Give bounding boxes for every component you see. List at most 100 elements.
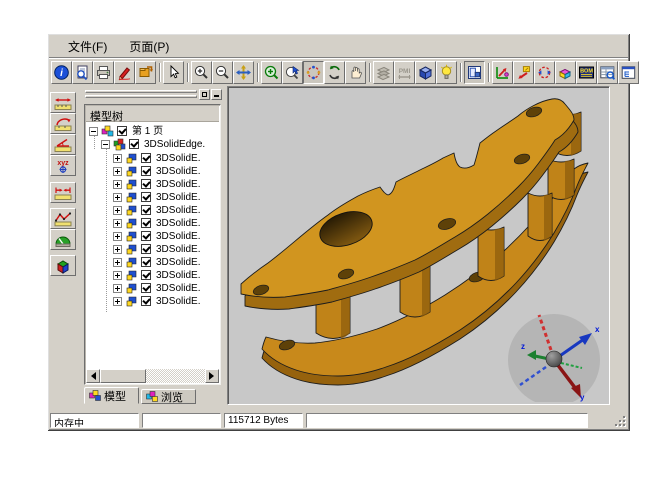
assembly-axes-button[interactable] [492, 61, 513, 84]
3d-model-view[interactable]: x y z [228, 87, 607, 402]
tree-horizontal-scrollbar[interactable] [86, 369, 219, 383]
structure-tree-button[interactable] [618, 61, 639, 84]
print-preview-button[interactable] [72, 61, 93, 84]
bom-table-button[interactable] [597, 61, 618, 84]
markup-pen-button[interactable] [114, 61, 135, 84]
measure-length-button[interactable] [50, 92, 76, 113]
visibility-checkbox[interactable] [141, 283, 151, 293]
pan-button[interactable] [345, 61, 366, 84]
tree-row-part[interactable]: 3DSolidE. [86, 230, 219, 243]
expand-toggle[interactable] [113, 297, 122, 306]
measure-polyline-button[interactable] [50, 208, 76, 229]
gauge-button[interactable] [50, 229, 76, 250]
layers-button[interactable] [373, 61, 394, 84]
visibility-checkbox[interactable] [141, 231, 151, 241]
visibility-checkbox[interactable] [129, 139, 139, 149]
panel-restore-button[interactable] [199, 89, 210, 100]
lighting-button[interactable] [436, 61, 457, 84]
tree-label[interactable]: 3DSolidE. [156, 230, 200, 243]
visibility-checkbox[interactable] [141, 205, 151, 215]
scroll-left-button[interactable] [86, 369, 100, 383]
tree-label[interactable]: 3DSolidEdge. [144, 138, 205, 151]
print-button[interactable] [93, 61, 114, 84]
visibility-checkbox[interactable] [141, 192, 151, 202]
menu-page[interactable]: 页面(P) [120, 36, 178, 57]
visibility-checkbox[interactable] [141, 179, 151, 189]
refresh-button[interactable] [324, 61, 345, 84]
tree-label[interactable]: 3DSolidE. [156, 282, 200, 295]
expand-toggle[interactable] [113, 232, 122, 241]
tree-row-part[interactable]: 3DSolidE. [86, 191, 219, 204]
measure-radius-button[interactable] [50, 113, 76, 134]
panel-gripper[interactable] [85, 90, 197, 101]
collapse-toggle[interactable] [101, 140, 110, 149]
model-tree[interactable]: 第 1 页 3DSolidEdge. 3DSolidE. 3DSolidE. 3… [86, 123, 219, 368]
bom-button[interactable]: BOM [576, 61, 597, 84]
expand-toggle[interactable] [113, 245, 122, 254]
tab-browse[interactable]: 浏览 [141, 389, 196, 404]
scroll-right-button[interactable] [205, 369, 219, 383]
tree-row-part[interactable]: 3DSolidE. [86, 204, 219, 217]
tree-row-part[interactable]: 3DSolidE. [86, 217, 219, 230]
view-cube-button[interactable] [415, 61, 436, 84]
tab-model[interactable]: 模型 [84, 387, 139, 404]
tree-label[interactable]: 3DSolidE. [156, 152, 200, 165]
tree-row-part[interactable]: 3DSolidE. [86, 165, 219, 178]
measure-distance-button[interactable] [50, 182, 76, 203]
expand-toggle[interactable] [113, 284, 122, 293]
tree-label[interactable]: 3DSolidE. [156, 269, 200, 282]
visibility-checkbox[interactable] [141, 257, 151, 267]
expand-toggle[interactable] [113, 271, 122, 280]
tree-label[interactable]: 3DSolidE. [156, 191, 200, 204]
visibility-checkbox[interactable] [141, 166, 151, 176]
collapse-toggle[interactable] [89, 127, 98, 136]
visibility-checkbox[interactable] [117, 126, 127, 136]
load-pages-button[interactable] [464, 61, 485, 84]
material-cube-button[interactable] [50, 255, 76, 276]
expand-toggle[interactable] [113, 206, 122, 215]
tree-row-part[interactable]: 3DSolidE. [86, 178, 219, 191]
zoom-in-button[interactable] [191, 61, 212, 84]
expand-toggle[interactable] [113, 193, 122, 202]
explode-part-button[interactable] [555, 61, 576, 84]
tree-label[interactable]: 3DSolidE. [156, 178, 200, 191]
tree-row-assembly[interactable]: 3DSolidEdge. [86, 138, 219, 151]
zoom-dynamic-button[interactable] [282, 61, 303, 84]
expand-toggle[interactable] [113, 258, 122, 267]
zoom-out-button[interactable] [212, 61, 233, 84]
tree-label[interactable]: 3DSolidE. [156, 165, 200, 178]
tree-row-part[interactable]: 3DSolidE. [86, 295, 219, 308]
tree-label[interactable]: 3DSolidE. [156, 295, 200, 308]
tree-row-part[interactable]: 3DSolidE. [86, 152, 219, 165]
tree-label[interactable]: 第 1 页 [132, 125, 163, 138]
scroll-thumb[interactable] [100, 369, 146, 383]
tree-row-page[interactable]: 第 1 页 [86, 125, 219, 138]
visibility-checkbox[interactable] [141, 244, 151, 254]
orbit-button[interactable] [303, 61, 324, 84]
zoom-all-button[interactable] [233, 61, 254, 84]
tree-row-part[interactable]: 3DSolidE. [86, 256, 219, 269]
visibility-checkbox[interactable] [141, 218, 151, 228]
select-button[interactable] [163, 61, 184, 84]
visibility-checkbox[interactable] [141, 153, 151, 163]
tree-row-part[interactable]: 3DSolidE. [86, 282, 219, 295]
pmi-button[interactable]: PMI [394, 61, 415, 84]
move-part-button[interactable] [513, 61, 534, 84]
tree-row-part[interactable]: 3DSolidE. [86, 243, 219, 256]
export-button[interactable] [135, 61, 156, 84]
tree-row-part[interactable]: 3DSolidE. [86, 269, 219, 282]
tree-label[interactable]: 3DSolidE. [156, 217, 200, 230]
rotate-part-button[interactable] [534, 61, 555, 84]
tree-label[interactable]: 3DSolidE. [156, 256, 200, 269]
expand-toggle[interactable] [113, 219, 122, 228]
panel-close-button[interactable] [211, 89, 222, 100]
info-button[interactable]: i [51, 61, 72, 84]
tree-label[interactable]: 3DSolidE. [156, 204, 200, 217]
tree-label[interactable]: 3DSolidE. [156, 243, 200, 256]
expand-toggle[interactable] [113, 180, 122, 189]
viewport[interactable]: x y z [227, 86, 610, 405]
visibility-checkbox[interactable] [141, 296, 151, 306]
menu-file[interactable]: 文件(F) [59, 36, 116, 57]
visibility-checkbox[interactable] [141, 270, 151, 280]
resize-grip[interactable] [614, 415, 627, 428]
